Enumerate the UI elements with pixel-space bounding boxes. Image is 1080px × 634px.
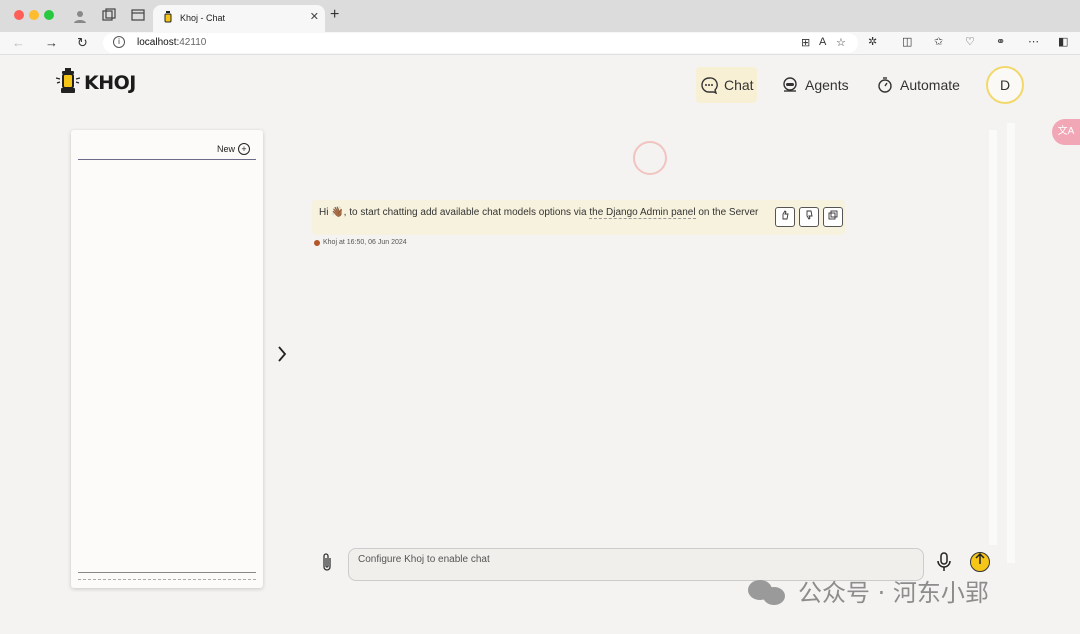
nav-agents-label: Agents <box>805 77 849 93</box>
plus-circle-icon: + <box>238 143 251 155</box>
wechat-watermark: 公众号 · 河东小郢 <box>748 573 989 608</box>
wechat-logo-icon <box>748 576 788 606</box>
django-admin-link[interactable]: the Django Admin panel <box>589 207 696 219</box>
window-zoom-button[interactable] <box>44 10 54 20</box>
khoj-message: Hi 👋🏾, to start chatting add available c… <box>312 200 845 235</box>
watermark-text: 公众号 · 河东小郢 <box>798 579 989 607</box>
nav-automate-label: Automate <box>900 77 960 93</box>
sidebar-footer-dashed-divider <box>78 579 256 580</box>
window-minimize-button[interactable] <box>29 10 39 20</box>
message-meta: Khoj at 16:50, 06 Jun 2024 <box>314 239 407 246</box>
browser-essentials-icon[interactable]: ♡ <box>965 35 975 48</box>
nav-agents[interactable]: Agents <box>781 67 849 103</box>
tab-title: Khoj - Chat <box>180 13 226 23</box>
khoj-avatar-icon <box>314 239 320 246</box>
message-actions <box>775 207 843 227</box>
logo-text: KHOJ <box>84 72 136 94</box>
translate-icon[interactable]: 文A <box>1052 119 1080 145</box>
sidebar-toggle-icon[interactable]: ◧ <box>1058 35 1068 48</box>
browser-tab-khoj-chat[interactable]: Khoj - Chat ✕ <box>153 5 325 32</box>
send-button[interactable] <box>970 552 990 572</box>
paperclip-icon[interactable] <box>321 552 333 577</box>
more-options-icon[interactable]: ⋯ <box>1028 35 1039 48</box>
tab-actions-icon[interactable] <box>130 8 146 24</box>
back-arrow-icon[interactable]: ← <box>12 35 25 50</box>
extensions-icon[interactable]: ✲ <box>868 35 877 48</box>
tab-close-icon[interactable]: ✕ <box>310 10 319 23</box>
nav-chat[interactable]: Chat <box>696 67 757 103</box>
message-timestamp: Khoj at 16:50, 06 Jun 2024 <box>323 239 407 246</box>
split-screen-icon[interactable]: ◫ <box>902 35 912 48</box>
window-close-button[interactable] <box>14 10 24 20</box>
copilot-icon[interactable]: ⚭ <box>996 35 1005 48</box>
sidebar-divider <box>78 159 256 160</box>
lantern-icon <box>55 68 81 93</box>
sidebar-footer-divider <box>78 572 256 573</box>
chat-scrollbar[interactable] <box>989 130 997 545</box>
page-scrollbar[interactable] <box>1007 123 1015 563</box>
new-tab-button[interactable]: + <box>330 6 339 24</box>
chevron-right-icon[interactable] <box>277 345 287 369</box>
loading-spinner-icon <box>633 141 667 175</box>
url-text: localhost:42110 <box>137 37 207 48</box>
message-text: Hi 👋🏾, to start chatting add available c… <box>319 207 759 219</box>
browser-tab-bar: Khoj - Chat ✕ + <box>0 0 1080 32</box>
timer-icon <box>878 77 892 93</box>
nav-chat-label: Chat <box>724 77 754 93</box>
khoj-favicon-icon <box>164 11 172 23</box>
new-conversation-button[interactable]: New + <box>217 143 251 155</box>
arrow-up-icon <box>975 552 985 564</box>
read-aloud-icon[interactable]: A <box>819 36 826 48</box>
conversation-sidebar: New + <box>71 130 263 588</box>
favorites-icon[interactable]: ✩ <box>934 35 943 48</box>
nav-automate[interactable]: Automate <box>876 67 960 103</box>
app-available-icon[interactable]: ⊞ <box>801 36 810 49</box>
robot-icon <box>783 77 797 92</box>
site-info-icon[interactable]: i <box>113 36 125 48</box>
user-avatar[interactable]: D <box>986 66 1024 104</box>
khoj-logo[interactable]: KHOJ <box>55 68 136 96</box>
favorite-star-icon[interactable]: ☆ <box>836 36 846 49</box>
profile-icon[interactable] <box>72 8 88 24</box>
url-field[interactable]: i localhost:42110 ⊞ A ☆ <box>103 33 858 53</box>
copy-icon[interactable] <box>823 207 843 227</box>
address-bar: ← → ↻ i localhost:42110 ⊞ A ☆ ✲ ◫ ✩ ♡ ⚭ … <box>0 32 1080 55</box>
chat-bubble-icon <box>701 77 718 94</box>
reload-icon[interactable]: ↻ <box>77 35 88 51</box>
thumbs-down-icon[interactable] <box>799 207 819 227</box>
new-conversation-label: New <box>217 144 236 154</box>
forward-arrow-icon[interactable]: → <box>45 35 58 50</box>
khoj-page: KHOJ Chat Agents Automate D 文A New + Hi … <box>0 55 1080 634</box>
thumbs-up-icon[interactable] <box>775 207 795 227</box>
workspaces-icon[interactable] <box>101 8 117 24</box>
